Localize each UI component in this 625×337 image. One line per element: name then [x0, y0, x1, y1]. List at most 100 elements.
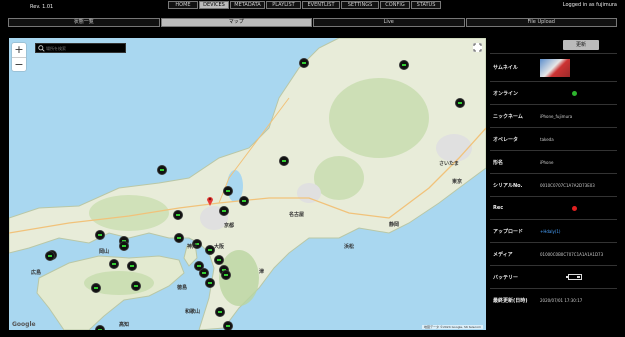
detail-value: iPhone [540, 159, 554, 165]
device-marker-icon[interactable] [221, 270, 231, 280]
detail-row: バッテリー [490, 265, 617, 288]
selected-location-pin-icon[interactable] [206, 195, 214, 206]
device-marker-icon[interactable] [223, 321, 233, 330]
thumbnail-image[interactable] [540, 58, 570, 77]
map-view[interactable]: + − さいたま東京名古屋静岡浜松 京都大阪 神戸岡山広島徳島高知 和歌山 津 Goog… [9, 38, 486, 330]
device-marker-icon[interactable] [199, 268, 209, 278]
detail-row: アップロード +Hdaly(1) [490, 219, 617, 242]
detail-row: メディア 01000C0B0C707C1A1A1A1D73 [490, 242, 617, 265]
device-marker-icon[interactable] [214, 255, 224, 265]
rec-status-icon [572, 205, 577, 211]
detail-row: シリアルNo. 0010C0707C1A7A2D73E03 [490, 173, 617, 196]
device-marker-icon[interactable] [455, 98, 465, 108]
device-marker-icon[interactable] [119, 241, 129, 251]
place-label: 京都 [224, 223, 235, 229]
detail-value: iPhone_fujimura [540, 113, 573, 119]
upload-link[interactable]: +Hdaly(1) [540, 229, 561, 234]
place-label: 神戸 [187, 244, 198, 250]
place-label: 浜松 [344, 244, 355, 250]
place-label: 和歌山 [185, 309, 201, 315]
device-marker-icon[interactable] [45, 251, 55, 261]
device-marker-icon[interactable] [95, 325, 105, 330]
device-marker-icon[interactable] [174, 233, 184, 243]
detail-row: 最終更新(日時) 2020/07/01 17:30:17 [490, 288, 617, 311]
detail-label: シリアルNo. [493, 182, 523, 189]
nav-status[interactable]: STATUS [411, 1, 441, 9]
update-button[interactable]: 更新 [563, 40, 599, 50]
subtab-0[interactable]: 状態一覧 [8, 18, 160, 27]
zoom-in-button[interactable]: + [12, 43, 26, 57]
detail-value: 01000C0B0C707C1A1A1A1D73 [540, 251, 604, 257]
detail-label: オペレータ [493, 136, 519, 143]
map-attribution: 地図データ ©2024 Google, SK telecom [422, 325, 483, 329]
place-label: 津 [259, 269, 265, 275]
nav-devices[interactable]: DEVICES [199, 1, 229, 9]
subtab-3[interactable]: File Upload [465, 18, 617, 27]
fullscreen-icon[interactable] [473, 43, 482, 52]
online-status-icon [572, 90, 577, 96]
device-marker-icon[interactable] [91, 283, 101, 293]
map-search-box [35, 43, 126, 53]
nav-config[interactable]: CONFIG [380, 1, 410, 9]
detail-label: 最終更新(日時) [493, 297, 528, 304]
detail-label: オンライン [493, 90, 519, 97]
login-status: Logged in as fujimura [562, 2, 617, 8]
device-marker-icon[interactable] [95, 230, 105, 240]
detail-value: takeda [540, 136, 554, 142]
map-land [9, 38, 486, 330]
device-marker-icon[interactable] [399, 60, 409, 70]
device-marker-icon[interactable] [131, 281, 141, 291]
detail-row: オンライン [490, 81, 617, 104]
place-label: 広島 [31, 270, 42, 276]
place-label: 高知 [119, 322, 130, 328]
detail-label: バッテリー [493, 274, 519, 281]
search-icon [38, 45, 45, 52]
subtab-2[interactable]: Live [313, 18, 465, 27]
place-label: 岡山 [99, 249, 110, 255]
nav-eventlist[interactable]: EVENTLIST [302, 1, 340, 9]
device-marker-icon[interactable] [219, 206, 229, 216]
device-marker-icon[interactable] [215, 307, 225, 317]
detail-label: サムネイル [493, 65, 518, 71]
device-marker-icon[interactable] [173, 210, 183, 220]
map-search-input[interactable] [46, 45, 124, 52]
detail-row: 形名 iPhone [490, 150, 617, 173]
place-label: 徳島 [177, 285, 188, 291]
nav-home[interactable]: HOME [168, 1, 198, 9]
device-marker-icon[interactable] [279, 156, 289, 166]
device-marker-icon[interactable] [239, 196, 249, 206]
subtab-1[interactable]: マップ [160, 18, 312, 27]
detail-label: Rec [493, 205, 504, 211]
place-label: 静岡 [389, 222, 400, 228]
device-marker-icon[interactable] [109, 259, 119, 269]
detail-label: メディア [493, 251, 513, 258]
detail-row: ニックネーム iPhone_fujimura [490, 104, 617, 127]
device-detail-panel: 更新 サムネイルオンラインニックネーム iPhone_fujimura オペレータ t… [490, 38, 617, 330]
app-version: Rev. 1.01 [30, 4, 54, 10]
detail-label: ニックネーム [493, 113, 523, 120]
detail-value: 2020/07/01 17:30:17 [540, 297, 583, 303]
device-marker-icon[interactable] [205, 278, 215, 288]
sub-tabs: 状態一覧 マップ Live File Upload [8, 18, 617, 27]
detail-row: オペレータ takeda [490, 127, 617, 150]
device-marker-icon[interactable] [157, 165, 167, 175]
device-detail-table: サムネイルオンラインニックネーム iPhone_fujimura オペレータ take… [490, 53, 617, 311]
place-label: 大阪 [214, 244, 225, 250]
google-logo: Google [12, 321, 36, 328]
detail-label: 形名 [493, 159, 504, 166]
device-marker-icon[interactable] [299, 58, 309, 68]
zoom-out-button[interactable]: − [12, 57, 26, 71]
place-label: さいたま [439, 161, 459, 167]
place-label: 東京 [452, 179, 463, 185]
nav-playlist[interactable]: PLAYLIST [266, 1, 301, 9]
device-marker-icon[interactable] [223, 186, 233, 196]
top-nav: HOME DEVICES METADATA PLAYLIST EVENTLIST SETT… [168, 1, 441, 9]
battery-icon [566, 274, 582, 280]
nav-settings[interactable]: SETTINGS [341, 1, 379, 9]
detail-row: Rec [490, 196, 617, 219]
detail-label: アップロード [493, 228, 524, 235]
zoom-control: + − [12, 43, 26, 71]
detail-row: サムネイル [490, 53, 617, 81]
nav-metadata[interactable]: METADATA [230, 1, 265, 9]
device-marker-icon[interactable] [127, 261, 137, 271]
